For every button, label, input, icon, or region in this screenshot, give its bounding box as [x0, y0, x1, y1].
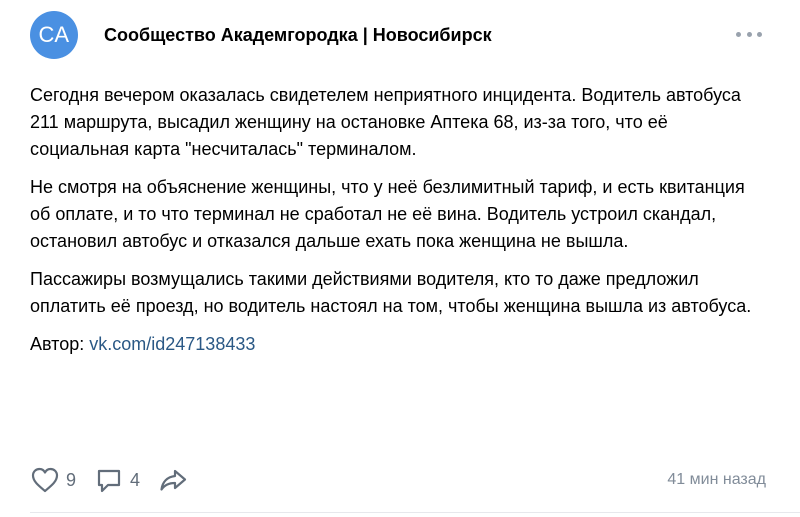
post-card: СА Сообщество Академгородка | Новосибирс…: [0, 0, 800, 517]
post-timestamp[interactable]: 41 мин назад: [667, 471, 766, 489]
post-footer: 9 4 41 мин назад: [30, 464, 766, 496]
share-arrow-icon: [160, 469, 187, 491]
author-credit: Автор: vk.com/id247138433: [30, 331, 770, 358]
more-dot: [746, 31, 752, 37]
comment-button[interactable]: 4: [94, 466, 140, 494]
heart-icon: [31, 467, 59, 493]
avatar[interactable]: СА: [30, 11, 78, 59]
author-name[interactable]: Сообщество Академгородка | Новосибирск: [104, 25, 492, 46]
post-paragraph: Не смотря на объяснение женщины, что у н…: [30, 177, 745, 251]
likes-count: 9: [66, 469, 77, 490]
post-header: СА Сообщество Академгородка | Новосибирс…: [30, 11, 492, 59]
divider: [30, 512, 800, 513]
comment-icon: [97, 469, 121, 493]
avatar-initials: СА: [38, 22, 70, 47]
post-paragraph: Сегодня вечером оказалась свидетелем неп…: [30, 85, 741, 159]
author-credit-label: Автор:: [30, 334, 90, 354]
more-dot: [736, 31, 741, 37]
comments-count: 4: [130, 469, 141, 490]
post-paragraph: Пассажиры возмущались такими действиями …: [30, 269, 752, 316]
author-profile-link[interactable]: vk.com/id247138433: [89, 334, 255, 354]
more-dot: [757, 31, 762, 37]
share-button[interactable]: [158, 466, 188, 494]
more-icon[interactable]: [736, 26, 762, 42]
like-button[interactable]: 9: [30, 466, 76, 494]
post-text: Сегодня вечером оказалась свидетелем неп…: [30, 82, 770, 369]
